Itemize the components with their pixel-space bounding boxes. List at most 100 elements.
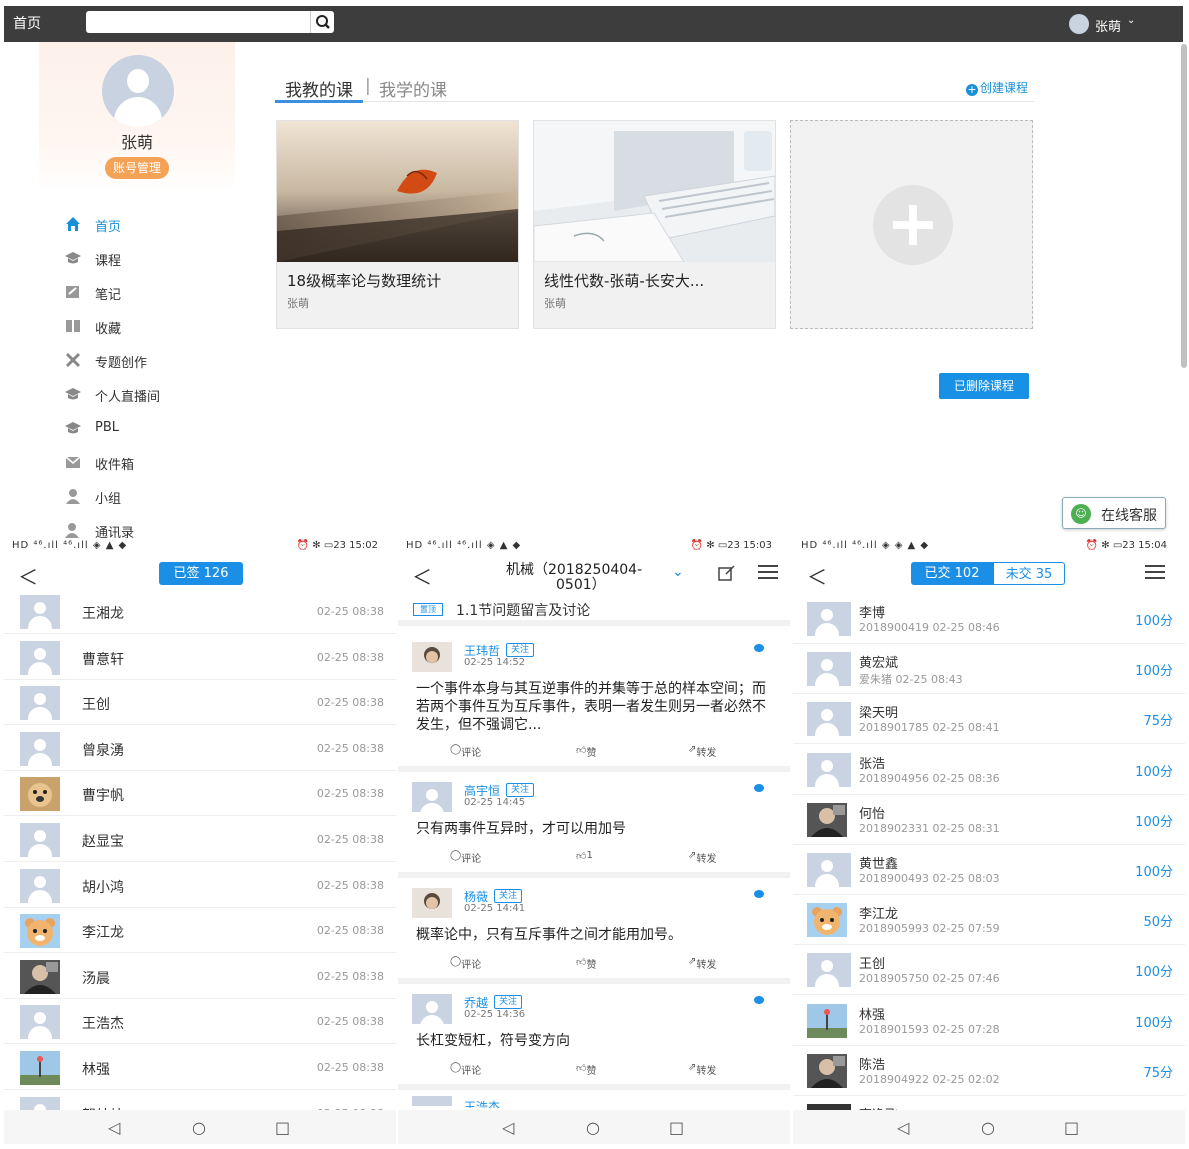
sidebar-item-contacts[interactable]: 通讯录 [65,519,225,538]
add-course-card[interactable] [790,120,1033,329]
list-item[interactable]: 张浩 2018904956 02-25 08:36 100分 [793,745,1185,795]
share-button[interactable]: ⇗ 转发 [688,850,716,865]
sidebar-item-courses[interactable]: 课程 [65,247,225,269]
menu-icon[interactable] [758,565,778,579]
post-actions: ◯ 评论 👍︎ 赞 ⇗ 转发 [398,1062,790,1080]
sidebar-item-label: 笔记 [95,288,122,303]
post-card[interactable]: 乔越 关注 02-25 14:36 长杠变短杠，符号变方向 ◯ 评论 👍︎ 赞 ⇗ 转发 [398,984,790,1090]
nav-back-icon[interactable]: ◁ [502,1118,514,1137]
like-button[interactable]: 👍︎ 赞 [576,1062,596,1077]
sidebar-item-group[interactable]: 小组 [65,485,225,507]
account-manage-button[interactable]: 账号管理 [105,157,169,179]
online-service-button[interactable]: ☺ 在线客服 [1062,497,1166,529]
sign-in-time: 02-25 08:38 [316,1061,384,1074]
back-icon[interactable]: ＜ [18,561,38,590]
share-button[interactable]: ⇗ 转发 [688,1062,716,1077]
share-button[interactable]: ⇗ 转发 [688,744,716,759]
comment-button[interactable]: ◯ 评论 [450,744,481,759]
search-input[interactable] [92,13,302,31]
score: 50分 [1143,915,1173,931]
unsubmitted-pill[interactable]: 未交 35 [993,562,1065,585]
tab-learn[interactable]: 我学的课 [379,76,447,101]
list-item[interactable]: 陈浩 2018904922 02-25 02:02 75分 [793,1046,1185,1096]
nav-home-icon[interactable]: ○ [192,1118,206,1137]
sidebar-item-favorites[interactable]: 收藏 [65,315,225,337]
list-item[interactable]: 李博 2018900419 02-25 08:46 100分 [793,594,1185,644]
nav-recent-icon[interactable]: □ [669,1118,684,1137]
nav-recent-icon[interactable]: □ [275,1118,290,1137]
comment-button[interactable]: ◯ 评论 [450,1062,481,1077]
list-item[interactable]: 何怡 2018902331 02-25 08:31 100分 [793,795,1185,845]
edit-icon[interactable] [718,565,736,581]
list-item[interactable]: 胡小鸿 02-25 08:38 [4,863,396,908]
android-nav-bar: ◁ ○ □ [4,1110,396,1144]
comment-button[interactable]: ◯ 评论 [450,956,481,971]
sidebar-item-live-room[interactable]: 个人直播间 [65,383,225,405]
comment-label: 评论 [461,1066,482,1077]
sidebar-item-home[interactable]: 首页 [65,213,225,235]
scrollbar[interactable] [1181,44,1187,368]
list-item[interactable]: 汤晨 02-25 08:38 [4,954,396,999]
submitted-pill[interactable]: 已交 102 [911,562,993,585]
sidebar-item-pbl[interactable]: PBL [65,417,225,439]
list-item[interactable]: 李江龙 02-25 08:38 [4,908,396,954]
list-item[interactable]: 曾泉湧 02-25 08:38 [4,726,396,771]
share-button[interactable]: ⇗ 转发 [688,956,716,971]
signed-count-pill[interactable]: 已签 126 [159,562,243,585]
list-item[interactable]: 王浩杰 02-25 08:38 [4,999,396,1045]
student-name: 赵显宝 [82,834,124,850]
list-item[interactable]: 梁天明 2018901785 02-25 08:41 75分 [793,694,1185,745]
like-button[interactable]: 👍︎ 赞 [576,956,596,971]
list-item[interactable]: 黄宏斌 爱朱猪 02-25 08:43 100分 [793,644,1185,695]
tab-teach[interactable]: 我教的课 [285,76,353,101]
home-link[interactable]: 首页 [13,13,41,33]
post-card[interactable]: 高宇恒 关注 02-25 14:45 只有两事件互异时，才可以用加号 ◯ 评论 👍︎ 1 ⇗… [398,772,790,878]
sidebar-item-inbox[interactable]: 收件箱 [65,451,225,473]
sidebar-item-topic-creation[interactable]: 专题创作 [65,349,225,371]
post-author[interactable]: 王浩杰 [464,1098,500,1108]
list-item[interactable]: 林强 02-25 08:38 [4,1045,396,1090]
course-card[interactable]: 18级概率论与数理统计 张萌 [276,120,519,329]
course-card[interactable]: 线性代数-张萌-长安大... 张萌 [533,120,776,329]
nav-home-icon[interactable]: ○ [981,1118,995,1137]
post-card[interactable]: 王玮哲 关注 02-25 14:52 一个事件本身与其互逆事件的并集等于总的样本空间；… [398,632,790,772]
pinned-topic[interactable]: 置顶 1.1节问题留言及讨论 [398,596,790,626]
list-item[interactable]: 李江龙 2018905993 02-25 07:59 50分 [793,895,1185,946]
list-item[interactable]: 曹意轩 02-25 08:38 [4,635,396,680]
list-item[interactable]: 王湘龙 02-25 08:38 [4,589,396,634]
list-item[interactable]: 王创 02-25 08:38 [4,680,396,726]
avatar [807,1003,851,1038]
back-icon[interactable]: ＜ [412,561,432,590]
deleted-courses-button[interactable]: 已删除课程 [939,373,1029,399]
follow-tag[interactable]: 关注 [506,783,535,797]
list-item[interactable]: 曹宇帆 02-25 08:38 [4,771,396,817]
follow-tag[interactable]: 关注 [494,889,523,903]
like-button[interactable]: 👍︎ 赞 [576,744,596,759]
nav-back-icon[interactable]: ◁ [108,1118,120,1137]
nav-back-icon[interactable]: ◁ [897,1118,909,1137]
phone-sign-in-list: HD ⁴⁶.ıll ⁴⁶.ıll ◈ ▲ ◆ ⏰ ✻ ▭23 15:02 ＜ 已… [4,538,396,1144]
menu-icon[interactable] [1145,565,1165,579]
comment-button[interactable]: ◯ 评论 [450,850,481,865]
note-icon [65,284,81,300]
list-item[interactable]: 黄世鑫 2018900493 02-25 08:03 100分 [793,845,1185,895]
follow-tag[interactable]: 关注 [494,995,523,1009]
list-item[interactable]: 赵显宝 02-25 08:38 [4,817,396,862]
follow-tag[interactable]: 关注 [506,643,535,657]
chevron-down-icon[interactable]: ⌄ [672,564,684,580]
list-item[interactable]: 王创 2018905750 02-25 07:46 100分 [793,945,1185,996]
student-id-time: 2018904922 02-25 02:02 [859,1072,1000,1086]
post-actions: ◯ 评论 👍︎ 赞 ⇗ 转发 [398,956,790,974]
comment-label: 评论 [461,854,482,865]
sidebar-item-notes[interactable]: 笔记 [65,281,225,303]
list-item[interactable]: 林强 2018901593 02-25 07:28 100分 [793,996,1185,1046]
like-button[interactable]: 👍︎ 1 [576,850,593,862]
post-card[interactable]: 杨薇 关注 02-25 14:41 概率论中，只有互斥事件之间才能用加号。 ◯ 评论 👍︎… [398,878,790,984]
back-icon[interactable]: ＜ [807,561,827,590]
score: 100分 [1135,965,1173,981]
search-button[interactable] [310,11,334,33]
create-course-link[interactable]: + 创建课程 [966,79,1028,96]
nav-recent-icon[interactable]: □ [1064,1118,1079,1137]
score: 75分 [1143,1065,1173,1081]
nav-home-icon[interactable]: ○ [586,1118,600,1137]
